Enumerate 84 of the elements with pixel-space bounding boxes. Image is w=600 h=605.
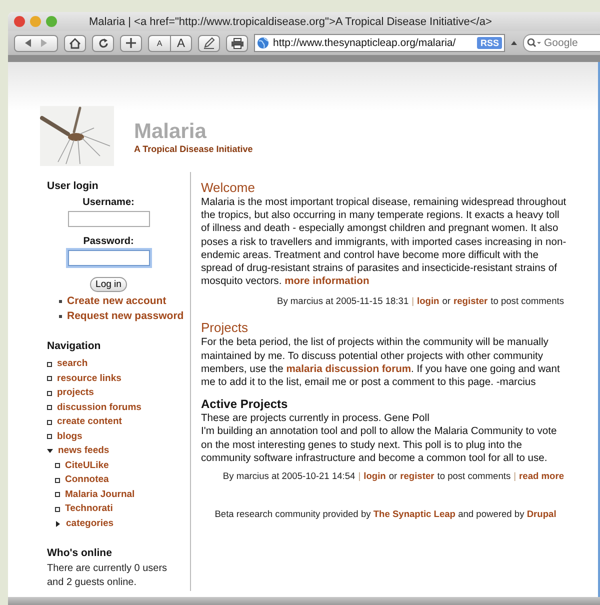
bullet-icon (47, 390, 52, 396)
print-button[interactable] (226, 34, 248, 52)
section-heading: Active Projects (201, 397, 289, 412)
post-text: Malaria is the most important tropical disease, remaining widespread throughout the tropics, but also occurring in many temperate regions. It exacts a heavy toll of illness and death - especially amongst children and pregnant women. It also poses a risk to travellers and immigrants, with imported cases increasing in non-endemic areas. Treatment and control have become more difficult with the spread of drug-resistant strains of parasites and insecticide-resistant strains of mosquito vectors. more information (201, 196, 568, 288)
nav-link[interactable]: news feeds (58, 444, 110, 458)
expand-arrow-icon[interactable] (55, 520, 61, 527)
bullet-icon (55, 492, 60, 498)
text-link[interactable]: malaria discussion forum (286, 364, 412, 375)
online-status-text: There are currently 0 users and 2 guests online. (47, 562, 168, 590)
account-link[interactable]: Create new account (67, 294, 166, 309)
nav-link[interactable]: blogs (57, 430, 82, 444)
bullet-icon (47, 420, 52, 425)
meta-link[interactable]: login (417, 296, 440, 306)
post-title[interactable]: Projects (201, 320, 570, 336)
nav-link[interactable]: CiteULike (65, 458, 109, 473)
window-title: Malaria | <a href="http://www.tropicaldisease.org">A Tropical Disease Initiative</a> (89, 16, 492, 28)
post-text: For the beta period, the list of projects within the community will be manually maintained by me. To discuss potential other projects with other community members, use the malaria discussion forum. If you have one going and want me to add it to the list, email me or post a comment to this page. -marcius (201, 336, 561, 390)
pencil-icon (203, 37, 215, 49)
expand-arrow-icon[interactable] (47, 448, 53, 454)
nav-link[interactable]: discussion forums (57, 400, 142, 415)
home-button[interactable] (64, 34, 86, 52)
bullet-icon (47, 362, 52, 367)
meta-link[interactable]: read more (519, 471, 564, 482)
nav-link[interactable]: categories (66, 516, 114, 531)
footer-text: Beta research community provided by The Synaptic Leap and powered by Drupal (214, 509, 558, 520)
back-forward-arrows-icon (23, 38, 49, 48)
block-title: User login (47, 180, 100, 192)
meta-text: By marcius at 2005-11-15 18:31 (277, 296, 409, 306)
nav-link[interactable]: projects (57, 386, 94, 400)
bullet-icon (55, 478, 60, 483)
text-link[interactable]: more information (284, 276, 370, 288)
search-field[interactable]: Google (523, 34, 600, 52)
meta-text: or (442, 296, 451, 306)
bullet-icon (47, 434, 52, 440)
footer-link[interactable]: The Synaptic Leap (373, 509, 456, 520)
meta-link[interactable]: register (454, 296, 488, 306)
bullet-icon (55, 463, 60, 468)
post-title[interactable]: Welcome (201, 180, 570, 195)
reload-button[interactable] (92, 34, 114, 52)
search-icon (527, 38, 541, 48)
nav-link[interactable]: Malaria Journal (65, 488, 135, 502)
field-label: Password: (83, 236, 134, 247)
address-field[interactable]: http://www.thesynapticleap.org/malaria/ RSS (254, 34, 505, 52)
add-bookmark-button[interactable] (120, 34, 142, 52)
nav-link[interactable]: resource links (57, 372, 122, 386)
post-text: These are projects currently in process. Gene Poll (201, 412, 430, 426)
back-forward-button[interactable] (14, 34, 58, 52)
meta-text: to post comments (490, 296, 564, 306)
separator: | (514, 471, 516, 482)
caret-icon[interactable] (511, 40, 517, 46)
meta-link[interactable]: register (400, 471, 434, 482)
footer-link[interactable]: Drupal (526, 509, 556, 520)
bullet-icon (47, 405, 52, 410)
separator: | (358, 471, 361, 482)
meta-text: or (388, 471, 398, 482)
meta-link[interactable]: login (364, 471, 386, 482)
post-text: I'm building an annotation tool and poll to allow the Malaria Community to vote on the most interesting genes to study next. This poll is to plug into the community software infrastructure and become a common tool for all to use. (201, 425, 558, 466)
field-label: Username: (82, 197, 134, 208)
nav-link[interactable]: search (57, 357, 88, 372)
close-icon[interactable] (14, 16, 25, 27)
text-bigger-button[interactable]: A (170, 34, 192, 52)
meta-text: By marcius at 2005-10-21 14:54 (222, 471, 356, 482)
reload-icon (98, 38, 108, 48)
globe-icon (257, 37, 269, 49)
nav-link[interactable]: Connotea (65, 473, 109, 488)
login-button[interactable]: Log in (90, 277, 128, 292)
account-link[interactable]: Request new password (67, 309, 184, 324)
home-icon (69, 38, 81, 48)
nav-link[interactable]: Technorati (65, 502, 113, 516)
block-title: Navigation (47, 340, 102, 352)
pencil-button[interactable] (198, 34, 220, 52)
printer-icon (230, 38, 244, 48)
text-smaller-button[interactable]: A (148, 34, 170, 52)
separator: | (412, 296, 414, 306)
bullet-icon (47, 376, 52, 382)
block-title: Who's online (47, 547, 113, 559)
meta-text: to post comments (437, 471, 511, 482)
bullet-icon (55, 506, 60, 512)
input-field[interactable] (68, 250, 150, 266)
nav-link[interactable]: create content (57, 415, 122, 430)
input-field[interactable] (68, 211, 150, 227)
plus-icon (126, 38, 136, 48)
site-slogan: A Tropical Disease Initiative (134, 144, 253, 154)
rss-badge[interactable]: RSS (477, 37, 502, 49)
